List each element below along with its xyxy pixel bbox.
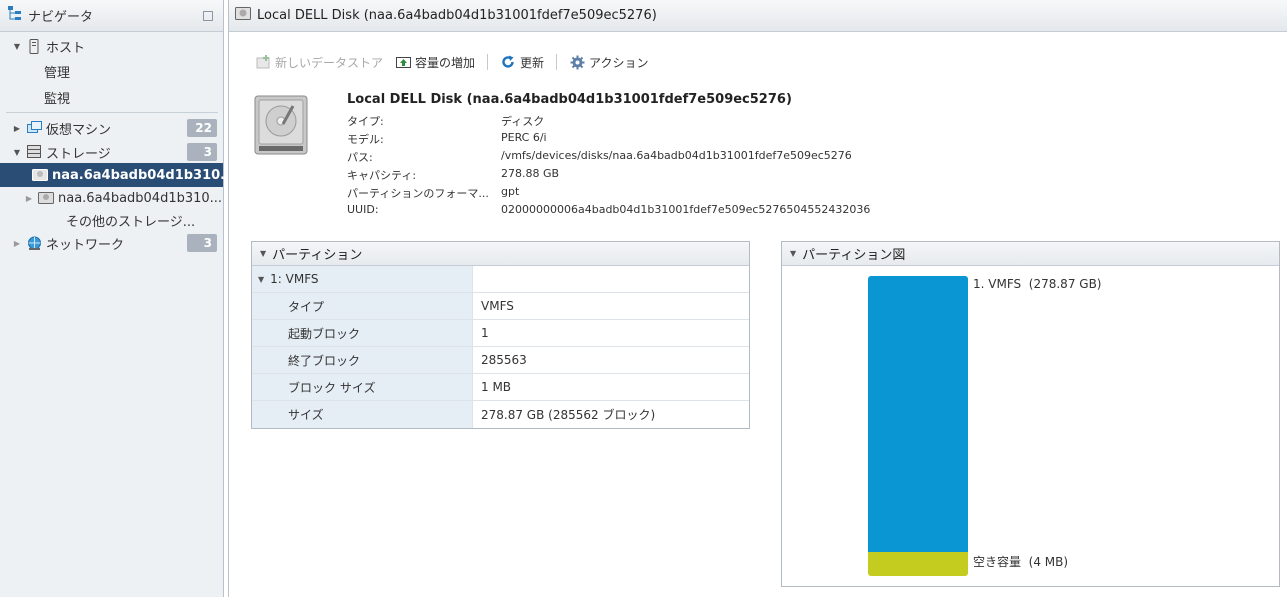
row-value: 1 — [472, 320, 749, 346]
expand-triangle-icon[interactable]: ▶ — [12, 124, 22, 133]
nav-item-disk-selected[interactable]: naa.6a4badb04d1b310... — [0, 163, 235, 187]
disk-icon — [38, 190, 54, 206]
nav-item-manage[interactable]: 管理 — [44, 62, 70, 81]
field-label: キャパシティ: — [347, 169, 417, 182]
nav-item-label: ストレージ — [46, 146, 111, 162]
count-badge: 3 — [187, 143, 217, 161]
field-label: モデル: — [347, 133, 384, 146]
table-row: 終了ブロック 285563 — [252, 347, 749, 374]
collapse-triangle-icon[interactable]: ▼ — [12, 42, 22, 51]
row-label: タイプ — [252, 293, 472, 319]
navigator-icon — [8, 6, 22, 25]
nav-item-disk[interactable]: ▶ naa.6a4badb04d1b310... — [0, 186, 223, 210]
vmfs-partition-label: 1. VMFS (278.87 GB) — [973, 277, 1102, 291]
nav-item-network[interactable]: ▶ ネットワーク 3 — [0, 231, 223, 255]
field-label: UUID: — [347, 203, 379, 216]
increase-capacity-icon — [395, 54, 411, 70]
nav-item-vms[interactable]: ▶ 仮想マシン 22 — [0, 116, 223, 140]
nav-item-label: naa.6a4badb04d1b310... — [58, 190, 223, 206]
disk-title: Local DELL Disk (naa.6a4badb04d1b31001fd… — [347, 92, 792, 107]
nav-item-label: naa.6a4badb04d1b310... — [52, 167, 235, 183]
divider — [6, 112, 218, 113]
row-label: 終了ブロック — [252, 347, 472, 373]
free-space-bar — [868, 552, 968, 576]
collapse-triangle-icon[interactable]: ▼ — [258, 275, 264, 284]
expand-triangle-icon[interactable]: ▶ — [12, 239, 22, 248]
row-value: 285563 — [472, 347, 749, 373]
new-datastore-button[interactable]: 新しいデータストア — [255, 54, 383, 71]
refresh-button[interactable]: 更新 — [500, 54, 544, 71]
navigator-header: ナビゲータ — [0, 0, 223, 32]
nav-item-host[interactable]: ▼ ホスト — [0, 34, 223, 58]
increase-capacity-button[interactable]: 容量の増加 — [395, 54, 475, 71]
vm-icon — [26, 120, 42, 136]
field-label: タイプ: — [347, 115, 384, 128]
row-value: VMFS — [472, 293, 749, 319]
nav-item-label: ネットワーク — [46, 237, 125, 253]
field-value: /vmfs/devices/disks/naa.6a4badb04d1b3100… — [501, 149, 852, 162]
row-label: サイズ — [252, 401, 472, 428]
network-icon — [26, 235, 42, 251]
field-value: 02000000006a4badb04d1b31001fdef7e509ec52… — [501, 203, 871, 216]
partition-diagram-header[interactable]: ▼ パーティション図 — [782, 242, 1279, 266]
disk-icon — [32, 167, 48, 183]
field-value: PERC 6/i — [501, 131, 547, 144]
nav-item-label: 仮想マシン — [46, 122, 112, 138]
collapse-triangle-icon[interactable]: ▼ — [260, 249, 266, 258]
partition-diagram-panel: ▼ パーティション図 1. VMFS (278.87 GB) 空き容量 (4 M… — [781, 241, 1280, 587]
toolbar: 新しいデータストア 容量の増加 更新 アクション — [255, 52, 660, 72]
partitions-table: ▼ 1: VMFS タイプ VMFS 起動ブロック 1 終了ブロック 285563… — [252, 266, 749, 428]
refresh-icon — [500, 54, 516, 70]
table-row: タイプ VMFS — [252, 293, 749, 320]
row-value: 1 MB — [472, 374, 749, 400]
row-label: ブロック サイズ — [252, 374, 472, 400]
partitions-panel-header[interactable]: ▼ パーティション — [252, 242, 749, 266]
host-icon — [26, 38, 42, 54]
field-label: パス: — [347, 151, 373, 164]
storage-icon — [26, 144, 42, 160]
toolbar-divider — [487, 54, 489, 70]
nav-item-monitor[interactable]: 監視 — [44, 88, 70, 107]
nav-item-other-storage[interactable]: その他のストレージ... — [66, 211, 195, 230]
field-label: パーティションのフォーマ... — [347, 187, 489, 200]
toolbar-divider — [556, 54, 558, 70]
navigator-title: ナビゲータ — [28, 10, 94, 25]
row-label: 起動ブロック — [252, 320, 472, 346]
new-datastore-icon — [255, 54, 271, 70]
field-value: ディスク — [501, 115, 545, 128]
vmfs-partition-bar — [868, 276, 968, 552]
free-space-label: 空き容量 (4 MB) — [973, 555, 1069, 569]
table-group-row[interactable]: ▼ 1: VMFS — [252, 266, 749, 293]
table-row: 起動ブロック 1 — [252, 320, 749, 347]
field-value: gpt — [501, 185, 520, 198]
count-badge: 3 — [187, 234, 217, 252]
expand-triangle-icon[interactable]: ▶ — [24, 194, 34, 203]
field-value: 278.88 GB — [501, 167, 560, 180]
navigator-pane: ナビゲータ ▼ ホスト 管理 監視 ▶ 仮想マシン 22 ▼ ストレージ 3 n… — [0, 0, 235, 597]
row-value: 278.87 GB (285562 ブロック) — [472, 401, 749, 428]
nav-item-storage[interactable]: ▼ ストレージ 3 — [0, 140, 223, 164]
disk-icon — [235, 7, 251, 24]
collapse-triangle-icon[interactable]: ▼ — [790, 249, 796, 258]
count-badge: 22 — [187, 119, 217, 137]
partitions-panel: ▼ パーティション ▼ 1: VMFS タイプ VMFS 起動ブロック 1 終了ブ… — [251, 241, 750, 429]
actions-button[interactable]: アクション — [569, 54, 648, 71]
nav-item-label: ホスト — [46, 40, 86, 56]
pin-icon[interactable] — [203, 10, 213, 21]
table-row: ブロック サイズ 1 MB — [252, 374, 749, 401]
hard-disk-icon — [253, 94, 309, 156]
page-title: Local DELL Disk (naa.6a4badb04d1b31001fd… — [257, 8, 657, 23]
main-pane: Local DELL Disk (naa.6a4badb04d1b31001fd… — [228, 0, 1287, 597]
gear-icon — [569, 54, 585, 70]
main-header: Local DELL Disk (naa.6a4badb04d1b31001fd… — [229, 0, 1287, 32]
collapse-triangle-icon[interactable]: ▼ — [12, 148, 22, 157]
table-row: サイズ 278.87 GB (285562 ブロック) — [252, 401, 749, 428]
